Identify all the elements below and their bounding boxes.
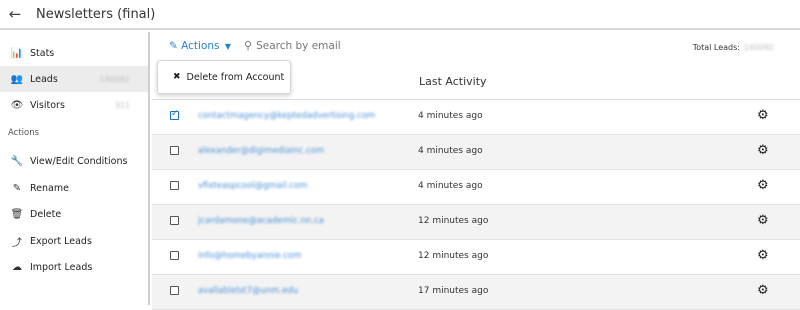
close-x-icon: ✖ [173, 72, 181, 82]
lead-email-link[interactable]: alexander@digimediainc.com [198, 146, 324, 156]
back-arrow-icon[interactable]: ← [0, 0, 30, 28]
table-row[interactable]: contactmagency@keptedadvertising.com 4 m… [152, 100, 800, 135]
users-icon: 👥 [10, 73, 24, 85]
gear-icon[interactable]: ⚙ [757, 143, 769, 158]
wand-icon: ✎ [169, 40, 178, 52]
top-bar: ← Newsletters (final) [0, 0, 800, 30]
lead-email-link[interactable]: info@homebyannie.com [198, 251, 301, 261]
last-activity-value: 4 minutes ago [418, 146, 483, 156]
lead-email-link[interactable]: avallablelst7@unm.edu [198, 286, 298, 296]
sidebar-item-label: Stats [30, 47, 55, 59]
row-checkbox[interactable] [170, 109, 179, 120]
eye-icon: 👁 [10, 99, 24, 111]
gear-icon[interactable]: ⚙ [757, 283, 769, 298]
actions-label: Actions [181, 40, 220, 52]
table-row[interactable]: info@homebyannie.com 12 minutes ago ⚙ [152, 240, 800, 275]
sidebar-item-export-leads[interactable]: ⤴ Export Leads [0, 228, 148, 254]
gear-icon[interactable]: ⚙ [757, 213, 769, 228]
toolbar: ✎ Actions ▼ ⚲ Total Leads: 140092 [152, 32, 800, 62]
sidebar-item-label: Import Leads [30, 261, 93, 273]
gear-icon[interactable]: ⚙ [757, 178, 769, 193]
last-activity-value: 4 minutes ago [418, 111, 483, 121]
lead-email-link[interactable]: vfixteaspcool@gmail.com [198, 181, 307, 191]
sidebar-item-rename[interactable]: ✎ Rename [0, 175, 148, 201]
sidebar-item-label: Visitors [30, 99, 65, 111]
cloud-upload-icon: ☁ [12, 261, 22, 273]
table-row[interactable]: jcardamone@academic.nn.ca 12 minutes ago… [152, 205, 800, 240]
row-checkbox[interactable] [170, 251, 179, 260]
search-box: ⚲ [244, 39, 377, 52]
sidebar-item-stats[interactable]: 📊 Stats [0, 40, 148, 66]
sidebar-item-label: Delete [30, 208, 62, 220]
sidebar-section-title: Actions [8, 128, 40, 138]
sidebar-item-label: Rename [30, 182, 69, 194]
sidebar-item-label: Export Leads [30, 235, 92, 247]
table-row[interactable]: vfixteaspcool@gmail.com 4 minutes ago ⚙ [152, 170, 800, 205]
leads-count-badge: 140092 [99, 74, 130, 84]
last-activity-value: 17 minutes ago [418, 286, 489, 296]
sidebar-item-label: Leads [30, 73, 58, 85]
actions-dropdown-menu: ✖ Delete from Account [157, 60, 291, 94]
column-header-last-activity[interactable]: Last Activity [419, 75, 487, 88]
menu-item-delete-from-account[interactable]: Delete from Account [187, 72, 285, 83]
sidebar-item-label: View/Edit Conditions [30, 155, 128, 167]
gear-icon[interactable]: ⚙ [757, 248, 769, 263]
sidebar-item-delete[interactable]: 🗑 Delete [0, 201, 148, 227]
table-row[interactable]: alexander@digimediainc.com 4 minutes ago… [152, 135, 800, 170]
sidebar-item-view-edit-conditions[interactable]: 🔧 View/Edit Conditions [0, 148, 148, 174]
visitors-count-badge: 311 [114, 100, 130, 110]
trash-icon: 🗑 [10, 208, 24, 220]
pencil-icon: ✎ [12, 182, 22, 194]
wrench-icon: 🔧 [10, 155, 24, 167]
gear-icon[interactable]: ⚙ [757, 108, 769, 123]
row-checkbox[interactable] [170, 216, 179, 225]
sidebar: 📊 Stats 👥 Leads 140092 👁 Visitors 311 Ac… [0, 32, 150, 305]
last-activity-value: 12 minutes ago [418, 251, 489, 261]
search-icon: ⚲ [244, 39, 253, 52]
sidebar-item-import-leads[interactable]: ☁ Import Leads [0, 254, 148, 280]
external-link-icon: ⤴ [12, 237, 22, 249]
lead-email-link[interactable]: jcardamone@academic.nn.ca [198, 216, 324, 226]
lead-email-link[interactable]: contactmagency@keptedadvertising.com [198, 111, 375, 121]
search-input[interactable] [256, 39, 377, 52]
last-activity-value: 12 minutes ago [418, 216, 489, 226]
row-checkbox[interactable] [170, 286, 179, 295]
page-title: Newsletters (final) [36, 6, 156, 22]
sidebar-item-leads[interactable]: 👥 Leads 140092 [0, 66, 148, 92]
main-panel: ✎ Actions ▼ ⚲ Total Leads: 140092 ✖ Dele… [152, 32, 800, 310]
row-checkbox[interactable] [170, 181, 179, 190]
sidebar-item-visitors[interactable]: 👁 Visitors 311 [0, 92, 148, 118]
total-leads-value: 140092 [743, 43, 774, 52]
bar-chart-icon: 📊 [10, 47, 24, 59]
total-leads-label: Total Leads: [692, 43, 740, 52]
last-activity-value: 4 minutes ago [418, 181, 483, 191]
row-checkbox[interactable] [170, 146, 179, 155]
actions-dropdown-button[interactable]: ✎ Actions ▼ [169, 40, 231, 52]
caret-down-icon: ▼ [224, 42, 232, 51]
